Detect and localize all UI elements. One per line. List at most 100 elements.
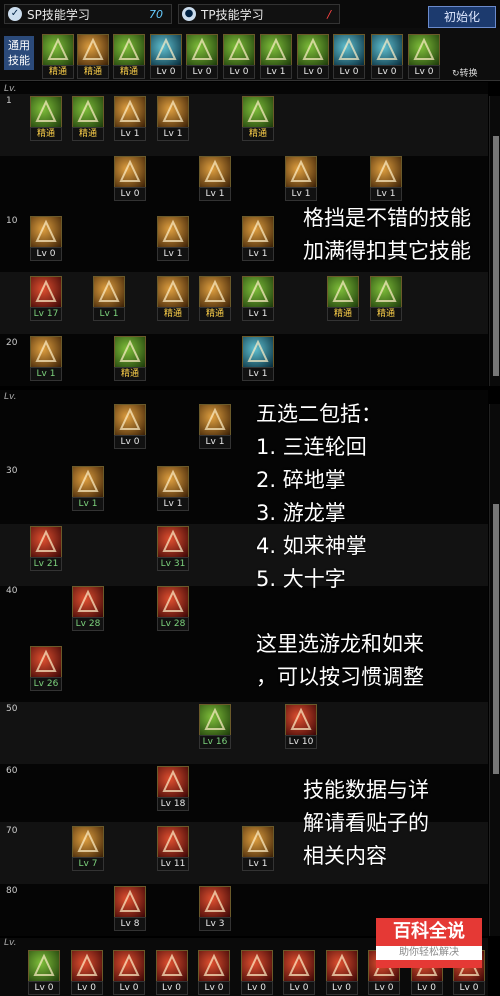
skill-glyph-icon (332, 279, 354, 302)
skill-icon[interactable]: Lv 21 (30, 526, 62, 571)
skill-icon[interactable]: Lv 0 (150, 34, 182, 79)
skill-icon[interactable]: Lv 1 (199, 156, 231, 201)
skill-icon[interactable]: 精通 (42, 34, 74, 79)
skill-icon[interactable]: Lv 0 (333, 34, 365, 79)
skill-icon[interactable]: Lv 16 (199, 704, 231, 749)
skill-icon[interactable]: Lv 0 (28, 950, 60, 995)
skill-icon[interactable]: Lv 8 (114, 886, 146, 931)
skill-icon[interactable]: Lv 18 (157, 766, 189, 811)
skill-icon[interactable]: Lv 28 (157, 586, 189, 631)
skill-level-label: Lv 1 (157, 247, 189, 261)
skill-level-label: 精通 (30, 127, 62, 141)
skill-glyph-icon (376, 37, 398, 60)
scrollbar-lower[interactable] (489, 404, 500, 936)
skill-icon[interactable]: Lv 0 (297, 34, 329, 79)
skill-icon[interactable]: Lv 1 (72, 466, 104, 511)
skill-icon[interactable]: Lv 0 (223, 34, 255, 79)
skill-glyph-icon (375, 279, 397, 302)
skill-icon[interactable]: 精通 (72, 96, 104, 141)
skill-icon[interactable]: Lv 11 (157, 826, 189, 871)
skill-icon[interactable]: Lv 0 (114, 404, 146, 449)
skill-icon[interactable]: Lv 1 (370, 156, 402, 201)
skill-icon[interactable]: Lv 1 (242, 826, 274, 871)
skill-level-label: Lv 1 (157, 127, 189, 141)
skill-icon[interactable]: Lv 0 (70, 950, 103, 995)
skill-icon[interactable]: Lv 26 (30, 646, 62, 691)
switch-label: 转换 (459, 69, 478, 79)
skill-icon[interactable]: Lv 1 (199, 404, 231, 449)
skill-icon[interactable]: Lv 0 (113, 950, 145, 995)
skill-glyph-icon (290, 707, 312, 730)
scrollbar-upper[interactable] (489, 96, 500, 386)
skill-icon[interactable]: Lv 0 (186, 34, 218, 79)
skill-glyph-icon (119, 99, 141, 122)
skill-level-label: Lv 1 (260, 65, 292, 79)
skill-icon[interactable]: 精通 (113, 34, 145, 79)
tab-sp-skill[interactable]: ✓ SP技能学习 70 (4, 4, 172, 24)
skill-level-label: Lv 31 (157, 557, 189, 571)
level-mark: 70 (6, 826, 18, 836)
skill-icon[interactable]: 精通 (370, 276, 402, 321)
skill-icon[interactable]: Lv 1 (157, 96, 189, 141)
skill-icon[interactable]: Lv 1 (30, 336, 62, 381)
skill-icon[interactable]: 精通 (30, 96, 62, 141)
switch-button[interactable]: ↻转换 (452, 66, 478, 79)
skill-icon[interactable]: Lv 31 (157, 526, 189, 571)
skill-icon[interactable]: Lv 1 (242, 276, 274, 321)
skill-icon[interactable]: Lv 1 (285, 156, 317, 201)
skill-icon[interactable]: Lv 0 (408, 34, 440, 79)
skill-level-label: Lv 1 (242, 367, 274, 381)
skill-icon[interactable]: Lv 0 (325, 950, 358, 995)
skill-glyph-icon (77, 469, 99, 492)
skill-icon[interactable]: Lv 0 (240, 950, 273, 995)
skill-icon[interactable]: Lv 1 (93, 276, 125, 321)
skill-glyph-icon (35, 529, 57, 552)
skill-icon[interactable]: 精通 (242, 96, 274, 141)
level-mark: 1 (6, 96, 12, 106)
skill-level-label: Lv 1 (30, 367, 62, 381)
section-header: Lv. (4, 938, 17, 948)
skill-glyph-icon (119, 159, 141, 182)
skill-level-label: 精通 (114, 367, 146, 381)
skill-icon[interactable]: 精通 (199, 276, 231, 321)
skill-glyph-icon (204, 279, 226, 302)
skill-icon[interactable]: Lv 10 (285, 704, 317, 749)
skill-icon[interactable]: Lv 1 (242, 216, 274, 261)
scroll-thumb[interactable] (493, 136, 499, 376)
skill-glyph-icon (98, 279, 120, 302)
skill-level-label: Lv 11 (157, 857, 189, 871)
skill-icon[interactable]: Lv 1 (157, 466, 189, 511)
skill-level-label: Lv 0 (223, 65, 255, 79)
skill-icon[interactable]: Lv 1 (157, 216, 189, 261)
skill-icon[interactable]: Lv 1 (114, 96, 146, 141)
skill-icon[interactable]: Lv 0 (371, 34, 403, 79)
scroll-thumb[interactable] (493, 504, 499, 774)
skill-level-label: 精通 (370, 307, 402, 321)
skill-icon[interactable]: Lv 0 (155, 950, 188, 995)
skill-level-label: 精通 (327, 307, 359, 321)
skill-icon[interactable]: Lv 7 (72, 826, 104, 871)
skill-level-label: Lv 0 (410, 981, 443, 995)
skill-level-label: Lv 1 (157, 497, 189, 511)
skill-icon[interactable]: Lv 17 (30, 276, 62, 321)
skill-icon[interactable]: Lv 0 (198, 950, 230, 995)
skill-icon[interactable]: 精通 (327, 276, 359, 321)
skill-icon[interactable]: Lv 0 (30, 216, 62, 261)
skill-glyph-icon (160, 953, 183, 976)
skill-level-label: Lv 1 (370, 187, 402, 201)
skill-icon[interactable]: Lv 3 (199, 886, 231, 931)
skill-level-label: 精通 (199, 307, 231, 321)
skill-icon[interactable]: Lv 28 (72, 586, 104, 631)
skill-glyph-icon (413, 37, 435, 60)
skill-icon[interactable]: Lv 1 (242, 336, 274, 381)
skill-icon[interactable]: 精通 (77, 34, 109, 79)
skill-icon[interactable]: Lv 1 (260, 34, 292, 79)
skill-icon[interactable]: 精通 (157, 276, 189, 321)
annotation-note: 这里选游龙和如来 ，可以按习惯调整 (256, 632, 424, 689)
tab-tp-skill[interactable]: ● TP技能学习 / (178, 4, 340, 24)
skill-icon[interactable]: Lv 0 (114, 156, 146, 201)
skill-icon[interactable]: 精通 (114, 336, 146, 381)
skill-level-label: Lv 26 (30, 677, 62, 691)
init-button[interactable]: 初始化 (428, 6, 496, 28)
skill-icon[interactable]: Lv 0 (283, 950, 315, 995)
